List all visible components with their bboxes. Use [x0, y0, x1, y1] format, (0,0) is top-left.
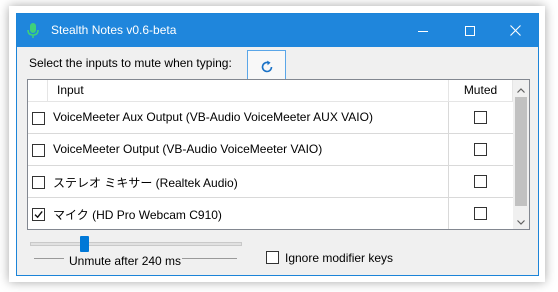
- window-title: Stealth Notes v0.6-beta: [51, 23, 177, 37]
- checkmark-icon: [34, 210, 43, 219]
- mute-inputs-prompt: Select the inputs to mute when typing:: [29, 56, 232, 70]
- row-muted-checkbox[interactable]: [474, 207, 487, 220]
- slider-tick-line: [34, 258, 64, 259]
- minimize-button[interactable]: [400, 14, 446, 47]
- row-muted-checkbox[interactable]: [474, 143, 487, 156]
- input-name: VoiceMeeter Aux Output (VB-Audio VoiceMe…: [53, 110, 373, 124]
- row-select-checkbox[interactable]: [32, 208, 45, 221]
- scroll-up-button[interactable]: [513, 80, 529, 97]
- close-button[interactable]: [492, 14, 538, 47]
- row-muted-checkbox[interactable]: [474, 111, 487, 124]
- unmute-delay-slider-thumb[interactable]: [80, 236, 89, 252]
- list-header: Input Muted: [28, 80, 513, 102]
- table-row[interactable]: マイク (HD Pro Webcam C910): [28, 198, 513, 229]
- ignore-modifier-label[interactable]: Ignore modifier keys: [285, 251, 393, 265]
- app-window: Stealth Notes v0.6-beta Select the input…: [16, 13, 539, 276]
- header-muted-column[interactable]: Muted: [449, 80, 513, 101]
- table-row[interactable]: VoiceMeeter Output (VB-Audio VoiceMeeter…: [28, 134, 513, 166]
- input-name: VoiceMeeter Output (VB-Audio VoiceMeeter…: [53, 142, 323, 156]
- close-icon: [509, 25, 521, 36]
- scroll-down-button[interactable]: [513, 212, 529, 229]
- unmute-delay-slider-track[interactable]: [30, 242, 242, 246]
- microphone-icon: [26, 23, 40, 39]
- input-name: マイク (HD Pro Webcam C910): [53, 208, 222, 222]
- title-bar[interactable]: Stealth Notes v0.6-beta: [17, 14, 538, 47]
- chevron-up-icon: [517, 82, 525, 96]
- row-select-checkbox[interactable]: [32, 176, 45, 189]
- unmute-delay-label: Unmute after 240 ms: [69, 254, 182, 268]
- inputs-list[interactable]: Input Muted VoiceMeeter Aux Output (VB-A…: [27, 79, 530, 230]
- refresh-icon: [260, 60, 274, 77]
- row-select-checkbox[interactable]: [32, 112, 45, 125]
- table-row[interactable]: VoiceMeeter Aux Output (VB-Audio VoiceMe…: [28, 102, 513, 134]
- scrollbar-thumb[interactable]: [515, 97, 527, 206]
- minimize-icon: [418, 26, 428, 36]
- input-name: ステレオ ミキサー (Realtek Audio): [53, 176, 238, 190]
- row-muted-checkbox[interactable]: [474, 175, 487, 188]
- maximize-button[interactable]: [447, 14, 493, 47]
- header-input-column[interactable]: Input: [48, 80, 449, 101]
- vertical-scrollbar[interactable]: [513, 80, 529, 229]
- maximize-icon: [465, 25, 475, 36]
- slider-tick-line: [182, 258, 237, 259]
- row-select-checkbox[interactable]: [32, 144, 45, 157]
- table-row[interactable]: ステレオ ミキサー (Realtek Audio): [28, 166, 513, 198]
- header-select-column[interactable]: [28, 80, 48, 101]
- ignore-modifier-checkbox[interactable]: [266, 251, 279, 264]
- chevron-down-icon: [517, 214, 525, 228]
